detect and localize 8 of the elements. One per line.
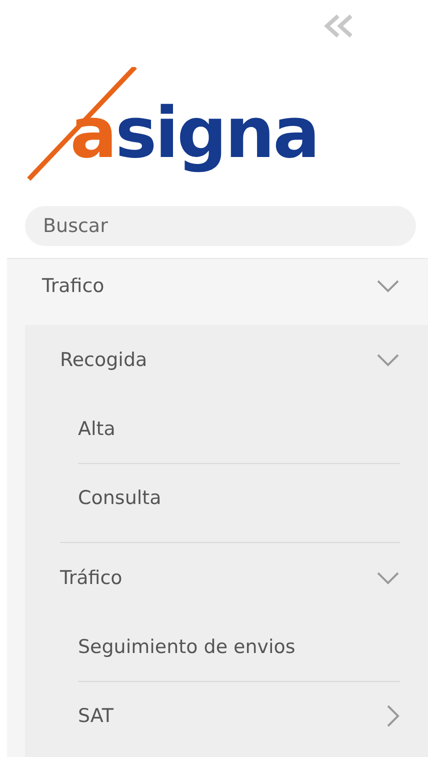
- submenu-link[interactable]: Alta: [78, 395, 400, 463]
- search-field[interactable]: Buscar: [25, 206, 416, 246]
- submenu-item[interactable]: Recogida: [60, 325, 400, 395]
- submenu-link[interactable]: Seguimiento de envios: [78, 613, 400, 681]
- submenu-link[interactable]: Consulta: [78, 463, 400, 532]
- menu-item[interactable]: Trafico: [7, 259, 428, 325]
- submenu-link[interactable]: SAT: [78, 681, 400, 750]
- submenu-item[interactable]: Tráfico: [60, 542, 400, 613]
